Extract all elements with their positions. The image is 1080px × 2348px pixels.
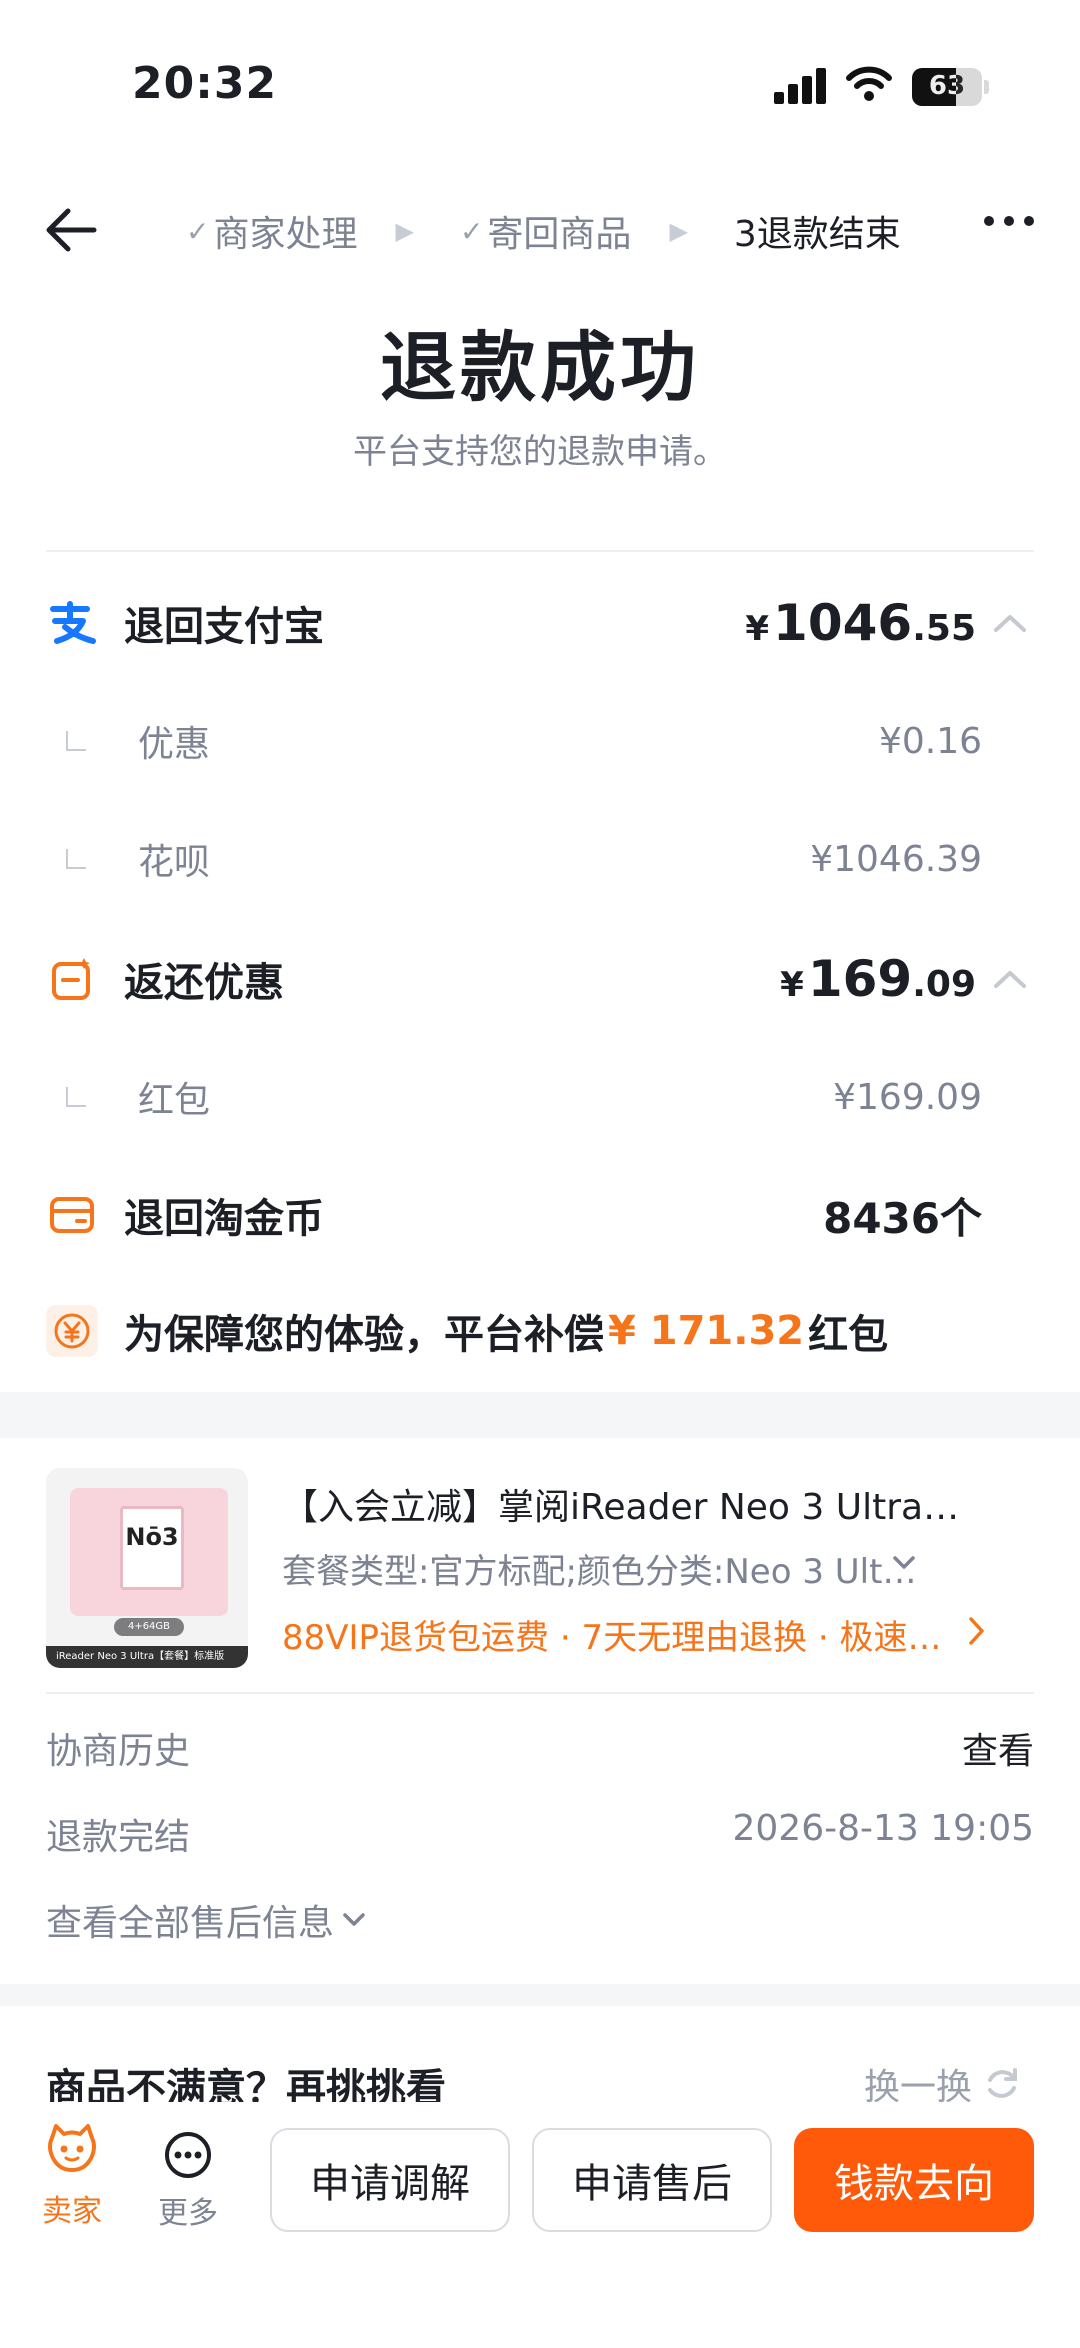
divider [46,550,1034,552]
compensation-notice: 为保障您的体验，平台补偿 ¥ 171.32 红包 [46,1302,888,1360]
product-spec[interactable]: 套餐类型:官方标配;颜色分类:Neo 3 Ultra 樱花粉 [282,1544,922,1593]
discount-sub-row-redpacket: 红包 ¥169.09 [46,1072,982,1122]
coins-return-row: 退回淘金币 8436个 [46,1180,1034,1250]
apply-after-sales-button[interactable]: 申请售后 [532,2128,772,2232]
refund-complete-row: 退款完结 2026-8-13 19:05 [46,1808,1034,1860]
status-time: 20:32 [132,58,278,109]
device-screen: Nō3 [120,1506,184,1590]
complete-label: 退款完结 [46,1817,191,1858]
refresh-icon [988,2068,1018,2098]
wifi-icon [846,66,892,101]
amount-integer: 1046 [773,594,913,652]
coupon-icon [46,953,98,1005]
section-gap [0,1984,1080,2006]
image-caption: iReader Neo 3 Ultra【套餐】标准版 [46,1646,248,1668]
product-image[interactable]: Nō3 4+64GB iReader Neo 3 Ultra【套餐】标准版 [46,1468,248,1668]
compensation-suffix: 红包 [808,1312,889,1358]
step-separator-icon: ▶ [395,217,414,245]
indent-mark [66,1087,86,1107]
chevron-down-icon [343,1913,365,1926]
compensation-text: 为保障您的体验，平台补偿 [124,1312,604,1358]
page-subtitle: 平台支持您的退款申请。 [353,432,727,472]
chevron-up-icon[interactable] [986,608,1034,638]
step-label: 3退款结束 [733,214,901,255]
amount-decimal: .09 [912,964,976,1005]
currency-symbol: ¥ [745,609,770,649]
sub-item-amount: ¥0.16 [878,720,982,762]
step-label: 商家处理 [213,214,358,255]
more-options-icon[interactable] [984,216,1034,226]
alipay-sub-row-discount: 优惠 ¥0.16 [46,716,982,766]
battery-icon: 63 [912,68,982,106]
check-icon: ✓ [186,214,210,248]
alipay-sub-row-huabei: 花呗 ¥1046.39 [46,834,982,884]
progress-steps: ✓ 商家处理 ▶ ✓ 寄回商品 ▶ 3退款结束 [186,206,901,256]
coins-return-label: 退回淘金币 [124,1196,324,1242]
compensation-amount: ¥ 171.32 [608,1308,805,1354]
money-flow-button[interactable]: 钱款去向 [794,2128,1034,2232]
cellular-signal-icon [774,68,828,104]
alipay-refund-amount: ¥ 1046 .55 [745,594,976,652]
sub-item-amount: ¥1046.39 [810,838,982,880]
amount-integer: 169 [807,950,913,1008]
negotiation-history-row[interactable]: 协商历史 查看 [46,1722,1034,1774]
chevron-right-icon[interactable] [966,1614,988,1648]
history-label: 协商历史 [46,1731,191,1772]
battery-tip [984,80,989,94]
back-arrow-icon[interactable] [44,206,98,254]
discount-return-row[interactable]: 返还优惠 ¥ 169 .09 [46,944,1034,1014]
seller-label: 卖家 [42,2194,102,2229]
sub-item-label: 花呗 [138,842,211,883]
view-history-link[interactable]: 查看 [962,1722,1034,1774]
more-tab[interactable]: 更多 [158,2130,218,2232]
alipay-icon [46,597,98,649]
sub-item-label: 红包 [138,1080,211,1121]
sub-item-label: 优惠 [138,724,211,765]
more-label: 更多 [158,2196,218,2231]
view-all-after-sales-link[interactable]: 查看全部售后信息 [46,1894,368,1946]
amount-decimal: .55 [912,608,976,649]
currency-symbol: ¥ [780,965,804,1005]
seller-tab[interactable]: 卖家 [42,2122,102,2230]
apply-mediation-button[interactable]: 申请调解 [270,2128,510,2232]
discount-return-label: 返还优惠 [124,960,284,1006]
step-return-goods: ✓ 寄回商品 [460,205,631,257]
step-separator-icon: ▶ [669,217,688,245]
more-circle-icon [165,2132,211,2178]
seller-cat-icon [48,2124,96,2172]
product-title[interactable]: 【入会立减】掌阅iReader Neo 3 Ultra墨水屏电子书阅读器 [282,1478,982,1530]
capacity-tag: 4+64GB [114,1618,184,1636]
section-gap [0,1392,1080,1438]
alipay-refund-label: 退回支付宝 [124,604,324,650]
indent-mark [66,731,86,751]
alipay-refund-row[interactable]: 退回支付宝 ¥ 1046 .55 [46,588,1034,658]
view-all-label: 查看全部售后信息 [46,1903,335,1944]
step-refund-end: 3退款结束 [734,205,901,257]
yen-coin-icon [46,1305,98,1357]
product-services[interactable]: 88VIP退货包运费 · 7天无理由退换 · 极速退款 [282,1610,942,1659]
check-icon: ✓ [459,214,484,248]
chevron-down-icon[interactable] [890,1552,918,1574]
indent-mark [66,849,86,869]
divider [46,1692,1034,1694]
step-merchant: ✓ 商家处理 [186,205,357,257]
discount-return-amount: ¥ 169 .09 [780,950,976,1008]
coins-count: 8436个 [823,1193,982,1243]
battery-level: 63 [928,71,966,101]
complete-time: 2026-8-13 19:05 [732,1808,1035,1849]
step-label: 寄回商品 [487,214,632,255]
chevron-up-icon[interactable] [986,964,1034,994]
page-title: 退款成功 [380,323,700,412]
sub-item-amount: ¥169.09 [833,1076,982,1118]
wallet-icon [46,1189,98,1241]
